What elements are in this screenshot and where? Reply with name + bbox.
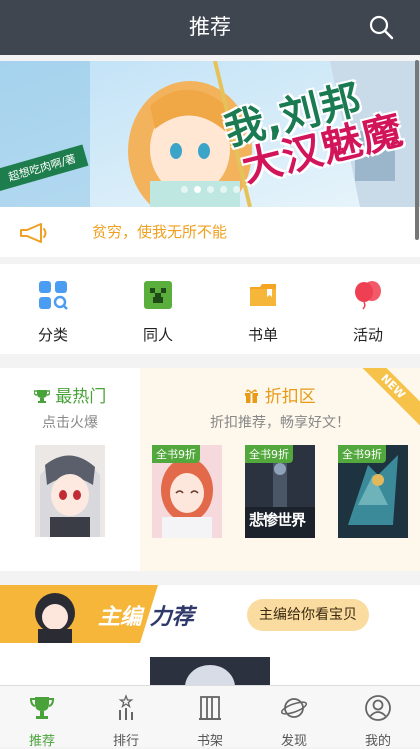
tab-discover[interactable]: 发现 xyxy=(259,694,329,749)
tab-label: 排行 xyxy=(112,734,139,749)
page-title: 推荐 xyxy=(189,15,231,39)
tab-ranking[interactable]: 排行 xyxy=(91,694,161,749)
discount-badge: 全书9折 xyxy=(152,445,200,463)
megaphone-icon xyxy=(20,223,47,243)
bookshelf-icon xyxy=(199,696,221,720)
category-label: 活动 xyxy=(352,326,383,344)
ranking-icon xyxy=(118,694,134,720)
category-nav: 分类 同人 书单 活动 xyxy=(0,264,420,354)
category-search-icon xyxy=(39,281,68,310)
feed-book-cover[interactable] xyxy=(150,657,270,685)
search-icon[interactable] xyxy=(368,14,394,40)
book-feed xyxy=(0,645,420,685)
category-label: 分类 xyxy=(37,326,68,344)
creeper-icon xyxy=(144,281,172,309)
discount-title: 折扣区 xyxy=(140,382,420,407)
carousel-dots xyxy=(0,178,420,197)
category-label: 书单 xyxy=(247,326,278,344)
trophy-icon xyxy=(29,697,55,719)
discount-badge: 全书9折 xyxy=(338,445,386,463)
hot-panel[interactable]: 最热门 点击火爆 xyxy=(0,368,140,571)
discount-panel[interactable]: NEW 折扣区 折扣推荐，畅享好文！ 全书9折 悲惨世界 全书9折 全书9折 xyxy=(140,368,420,571)
hot-title: 最热门 xyxy=(0,382,140,407)
discount-badge: 全书9折 xyxy=(245,445,293,463)
hot-book-illustration xyxy=(35,445,105,537)
category-item-booklist[interactable]: 书单 xyxy=(223,280,303,345)
category-item-activity[interactable]: 活动 xyxy=(328,280,408,345)
promo-section: 最热门 点击火爆 NEW 折扣区 折扣推荐，畅享好文！ 全书9折 悲惨世界 全书… xyxy=(0,368,420,571)
editor-picks-button[interactable]: 主编给你看宝贝 xyxy=(247,599,369,631)
balloon-icon xyxy=(355,281,381,310)
profile-icon xyxy=(365,695,391,721)
carousel-dot-active xyxy=(193,186,201,193)
banner-carousel[interactable]: 我,刘邦 大汉魅魔 超想吃肉啊/著 xyxy=(0,61,420,207)
hot-book-cover[interactable] xyxy=(35,445,105,537)
scrollbar[interactable] xyxy=(415,60,419,240)
hot-subtitle: 点击火爆 xyxy=(42,415,98,431)
category-item-fanfic[interactable]: 同人 xyxy=(118,280,198,345)
tab-profile[interactable]: 我的 xyxy=(343,694,413,749)
carousel-dot xyxy=(219,186,227,193)
tab-label: 书架 xyxy=(196,734,223,749)
discount-book-cover[interactable]: 悲惨世界 全书9折 xyxy=(245,445,315,538)
top-bar: 推荐 xyxy=(0,0,420,55)
notice-text: 贫穷，使我无所不能 xyxy=(92,223,228,241)
bottom-tab-bar: 推荐 排行 书架 发现 我的 xyxy=(0,685,420,749)
planet-icon xyxy=(280,698,308,718)
discount-book-cover[interactable]: 全书9折 xyxy=(338,445,408,538)
carousel-dot xyxy=(180,186,188,193)
feed-book-illustration xyxy=(150,657,270,685)
tab-recommend[interactable]: 推荐 xyxy=(7,694,77,749)
editor-title: 主编 力荐 xyxy=(98,605,194,630)
discount-subtitle: 折扣推荐，畅享好文！ xyxy=(210,415,350,431)
notice-bar[interactable]: 贫穷，使我无所不能 xyxy=(0,207,420,257)
tab-label: 推荐 xyxy=(28,734,55,749)
book-list-icon xyxy=(250,284,276,306)
category-item-classify[interactable]: 分类 xyxy=(13,280,93,345)
tab-bookshelf[interactable]: 书架 xyxy=(175,694,245,749)
discount-book-title: 悲惨世界 xyxy=(249,511,306,529)
carousel-dot xyxy=(232,186,240,193)
tab-label: 我的 xyxy=(364,734,391,749)
gift-icon xyxy=(245,389,259,403)
carousel-dot xyxy=(206,186,214,193)
trophy-icon xyxy=(33,390,51,403)
editor-recommend-banner[interactable]: 主编 力荐 主编给你看宝贝 xyxy=(0,585,420,645)
tab-label: 发现 xyxy=(280,734,307,749)
category-label: 同人 xyxy=(142,326,173,344)
discount-book-cover[interactable]: 全书9折 xyxy=(152,445,222,538)
